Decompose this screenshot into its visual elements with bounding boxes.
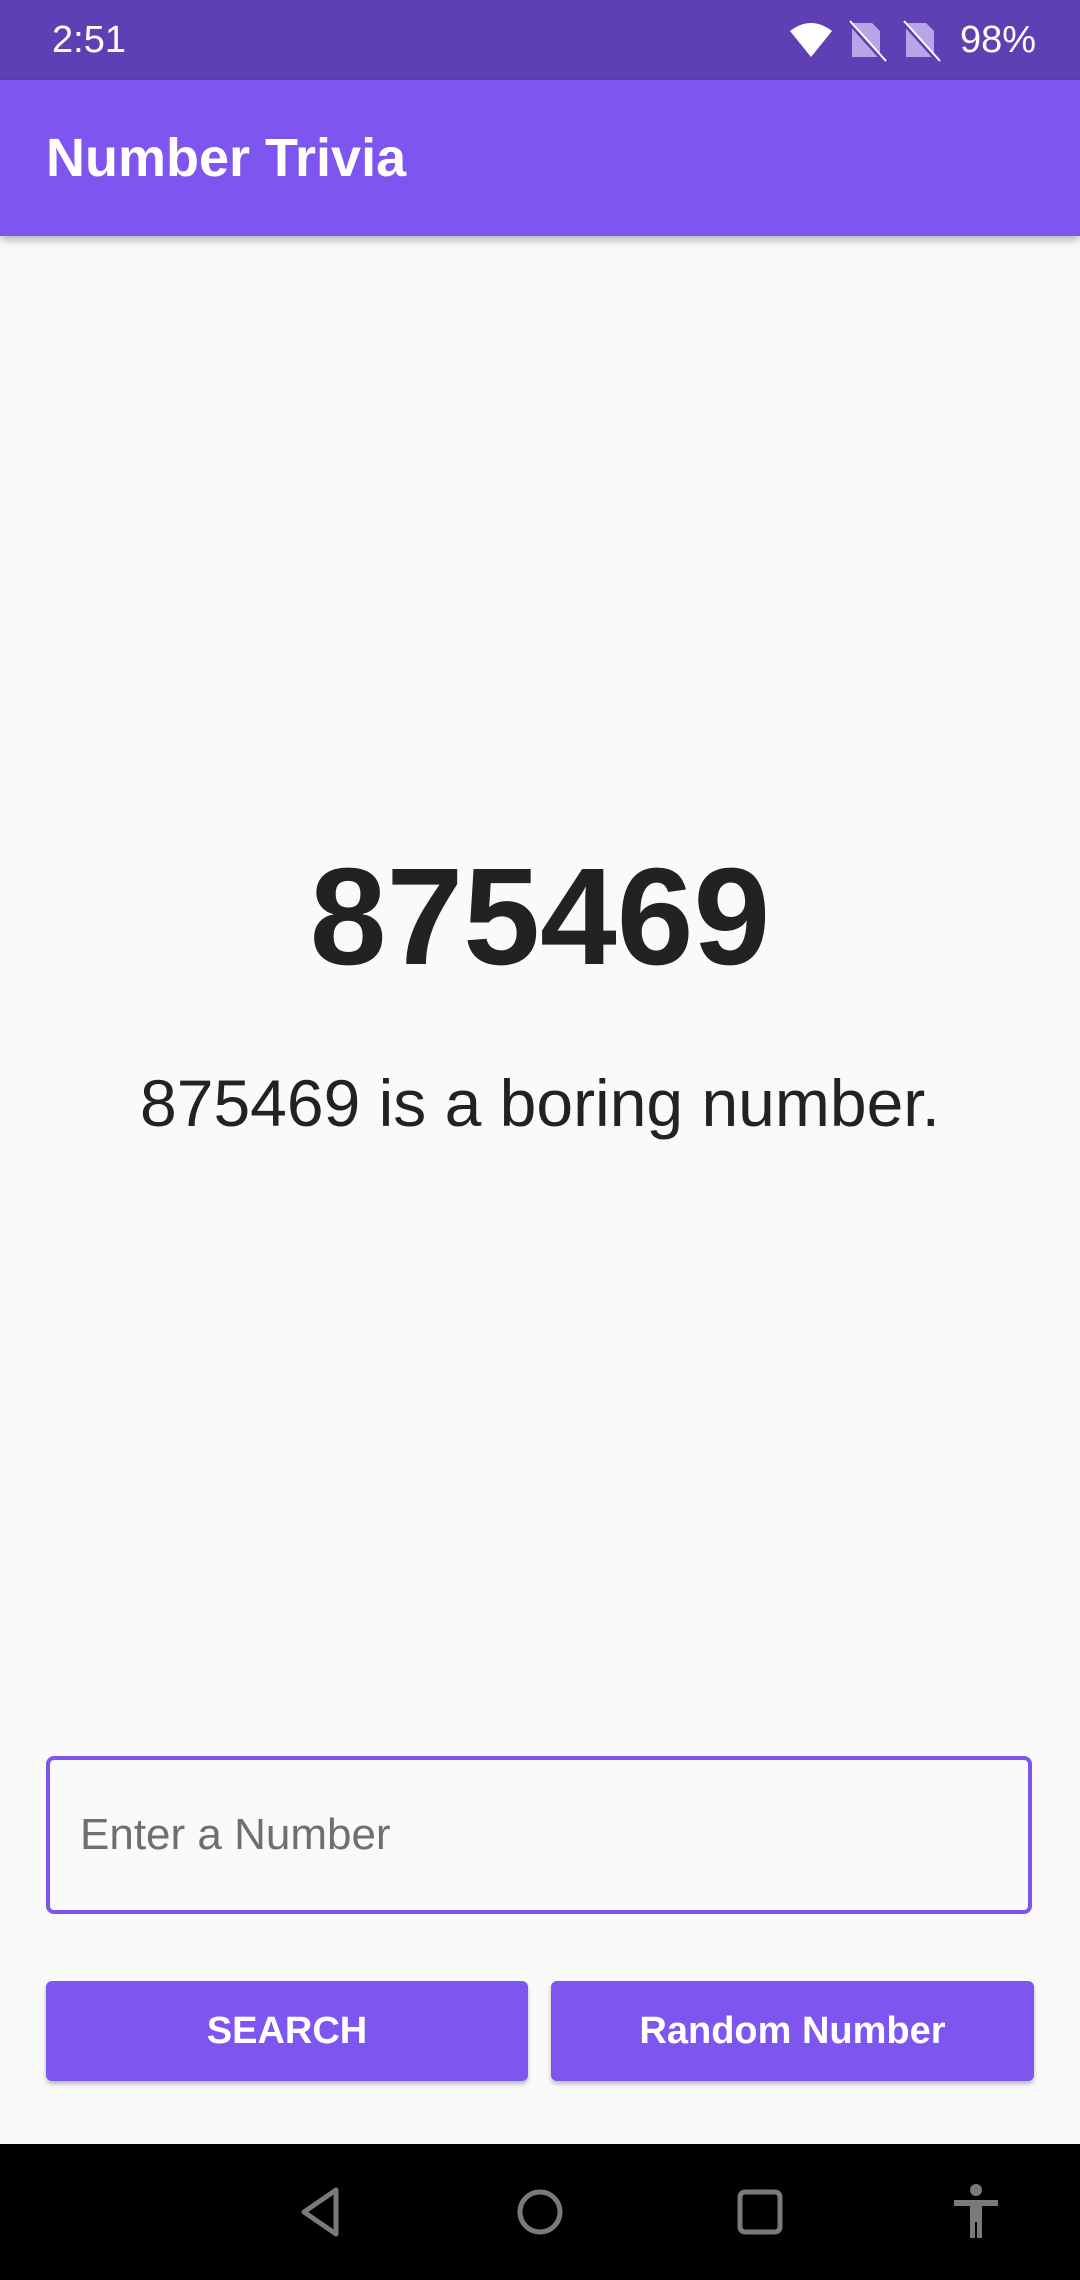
main-content: 875469 875469 is a boring number. SEARCH… (0, 236, 1080, 2144)
status-bar: 2:51 98% (0, 0, 1080, 80)
app-title: Number Trivia (46, 128, 407, 188)
recents-icon[interactable] (726, 2178, 794, 2246)
sim-off-icon (896, 17, 942, 63)
status-time: 2:51 (52, 19, 126, 61)
random-number-button[interactable]: Random Number (551, 1981, 1034, 2081)
trivia-number: 875469 (309, 840, 771, 994)
battery-percentage: 98% (959, 19, 1036, 61)
navigation-bar (0, 2144, 1080, 2280)
home-icon[interactable] (506, 2178, 574, 2246)
app-bar: Number Trivia (0, 80, 1080, 236)
search-button[interactable]: SEARCH (46, 1981, 528, 2081)
trivia-text: 875469 is a boring number. (140, 1066, 940, 1140)
sim-off-icon (842, 17, 888, 63)
number-input[interactable] (46, 1756, 1032, 1914)
wifi-icon (788, 17, 834, 63)
accessibility-icon[interactable] (942, 2178, 1010, 2246)
status-icons: 98% (788, 0, 1036, 80)
back-icon[interactable] (288, 2178, 356, 2246)
